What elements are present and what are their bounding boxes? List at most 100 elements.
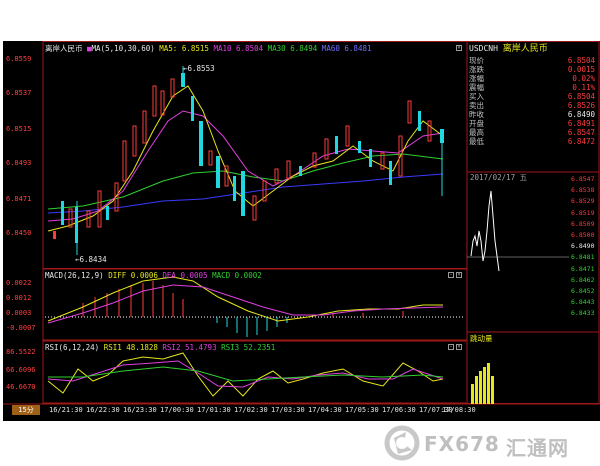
rsi1-line bbox=[47, 352, 444, 397]
intraday-axis: 6.8547 6.8538 6.8529 6.8519 6.8509 6.850… bbox=[571, 174, 594, 320]
time-tick: 17/06:30 bbox=[382, 406, 416, 414]
quote-panel: USDCNH 离岸人民币 现价 6.8504 涨跌 0.0015 涨幅 0.02% 震… bbox=[469, 44, 597, 146]
candle bbox=[199, 121, 203, 166]
quote-row: 昨收 6.8490 bbox=[469, 110, 595, 119]
ma-label: MA(5,10,30,60) bbox=[91, 44, 155, 53]
panel-close-icon[interactable]: × bbox=[456, 45, 462, 51]
candle bbox=[274, 168, 279, 184]
candle bbox=[241, 171, 245, 216]
intraday-tick: 6.8490 bbox=[571, 242, 595, 251]
trading-terminal: 离岸人民币 ■MA(5,10,30,60) MA5: 6.8515 MA10 6… bbox=[3, 41, 600, 421]
intraday-tick: 6.8462 bbox=[571, 275, 595, 284]
intraday-tick: 6.8471 bbox=[571, 264, 595, 273]
macd-tick: 0.0003 bbox=[6, 309, 32, 317]
time-tick: 17/05:30 bbox=[345, 406, 379, 414]
candle bbox=[114, 182, 119, 212]
intraday-tick: 6.8481 bbox=[571, 253, 595, 262]
candle bbox=[224, 165, 229, 187]
intraday-tick: 6.8509 bbox=[571, 219, 595, 228]
intraday-tick: 6.8547 bbox=[571, 175, 595, 183]
fx678-logo-icon bbox=[384, 425, 420, 461]
price-panel-header: 离岸人民币 ■MA(5,10,30,60) MA5: 6.8515 MA10 6… bbox=[45, 44, 372, 53]
candle bbox=[233, 176, 236, 201]
macd-dea: DEA 0.0005 bbox=[162, 271, 208, 280]
candle bbox=[53, 231, 56, 239]
screenshot-frame: 离岸人民币 ■MA(5,10,30,60) MA5: 6.8515 MA10 6… bbox=[0, 0, 600, 466]
ma30-value: MA30 6.8494 bbox=[267, 44, 318, 53]
quote-row: 现价 6.8504 bbox=[469, 56, 595, 65]
candle bbox=[252, 195, 257, 221]
panel-minimize-icon[interactable]: - bbox=[448, 272, 454, 278]
time-tick: 17/04:30 bbox=[308, 406, 342, 414]
candle bbox=[358, 141, 361, 153]
time-tick: 17/02:30 bbox=[234, 406, 268, 414]
candle bbox=[262, 180, 267, 202]
watermark-cn: 汇通网 bbox=[506, 436, 569, 460]
quote-name: 离岸人民币 bbox=[502, 44, 548, 54]
rsi-label: RSI(6,12,24) bbox=[45, 343, 100, 352]
intraday-tick: 6.8443 bbox=[571, 298, 595, 307]
candle bbox=[369, 149, 372, 167]
quote-row: 涨跌 0.0015 bbox=[469, 65, 595, 74]
candle bbox=[122, 140, 127, 182]
macd-tick: -0.0007 bbox=[6, 324, 36, 332]
candle bbox=[407, 100, 412, 124]
panel-close-icon[interactable]: × bbox=[456, 344, 462, 350]
quote-row: 涨幅 0.02% bbox=[469, 74, 595, 83]
candle bbox=[427, 120, 432, 142]
candle bbox=[191, 96, 194, 121]
ma5-value: MA5: 6.8515 bbox=[159, 44, 209, 53]
candles bbox=[53, 66, 444, 255]
tick-volume-bars bbox=[471, 363, 494, 404]
rsi-tick: 86.5522 bbox=[6, 348, 36, 356]
quote-title: USDCNH 离岸人民币 bbox=[469, 44, 597, 54]
candle bbox=[335, 136, 338, 154]
candle bbox=[160, 90, 165, 116]
candle bbox=[286, 160, 291, 180]
quote-row: 震幅 0.11% bbox=[469, 83, 595, 92]
candle bbox=[142, 110, 147, 144]
time-tick: 17/08:30 bbox=[442, 406, 476, 414]
period-selector[interactable]: 15分 bbox=[12, 405, 40, 415]
time-tick: 16/23:30 bbox=[123, 406, 157, 414]
candle bbox=[324, 138, 329, 160]
candle bbox=[312, 152, 317, 168]
panel-close-icon[interactable]: × bbox=[456, 272, 462, 278]
intraday-tick: 6.8538 bbox=[571, 186, 595, 195]
macd-label: MACD(26,12,9) bbox=[45, 271, 104, 280]
macd-tick: 0.0022 bbox=[6, 279, 32, 287]
intraday-tick: 6.8500 bbox=[571, 231, 595, 240]
quote-row: 开盘 6.8491 bbox=[469, 119, 595, 128]
intraday-tick: 6.8433 bbox=[571, 309, 595, 318]
price-tick: 6.8471 bbox=[6, 195, 32, 203]
candle bbox=[418, 111, 421, 131]
panel-minimize-icon[interactable]: - bbox=[448, 344, 454, 350]
intraday-tick: 6.8529 bbox=[571, 197, 595, 206]
macd-diff: DIFF 0.0006 bbox=[108, 271, 158, 280]
candle bbox=[208, 150, 213, 166]
rsi1-value: RSI1 48.1828 bbox=[103, 343, 158, 352]
watermark-brand: FX678 bbox=[424, 432, 500, 456]
candle bbox=[170, 78, 175, 98]
candle bbox=[345, 125, 350, 147]
candle bbox=[106, 206, 109, 220]
time-tick: 17/01:30 bbox=[197, 406, 231, 414]
quote-row: 买入 6.8504 bbox=[469, 92, 595, 101]
macd-header: MACD(26,12,9) DIFF 0.0006 DEA 0.0005 MAC… bbox=[45, 271, 262, 280]
low-marker: ←6.8434 bbox=[75, 255, 107, 264]
price-tick: 6.8537 bbox=[6, 89, 32, 97]
quote-row: 最低 6.8472 bbox=[469, 137, 595, 146]
candle bbox=[132, 125, 137, 157]
price-panel-border bbox=[42, 41, 468, 269]
ma60-value: MA60 6.8481 bbox=[321, 44, 372, 53]
candle bbox=[61, 201, 64, 225]
quote-rows: 现价 6.8504 涨跌 0.0015 涨幅 0.02% 震幅 0.11% 买入 6.85… bbox=[469, 56, 597, 146]
price-tick: 6.8450 bbox=[6, 229, 32, 237]
price-tick: 6.8515 bbox=[6, 125, 32, 133]
candle bbox=[299, 166, 302, 176]
macd-tick: 0.0012 bbox=[6, 294, 32, 302]
candle bbox=[389, 161, 392, 185]
watermark: FX678 汇通网 bbox=[384, 424, 594, 464]
high-marker: ←6.8553 bbox=[183, 64, 215, 73]
volume-label: 跳动量 bbox=[470, 334, 493, 343]
